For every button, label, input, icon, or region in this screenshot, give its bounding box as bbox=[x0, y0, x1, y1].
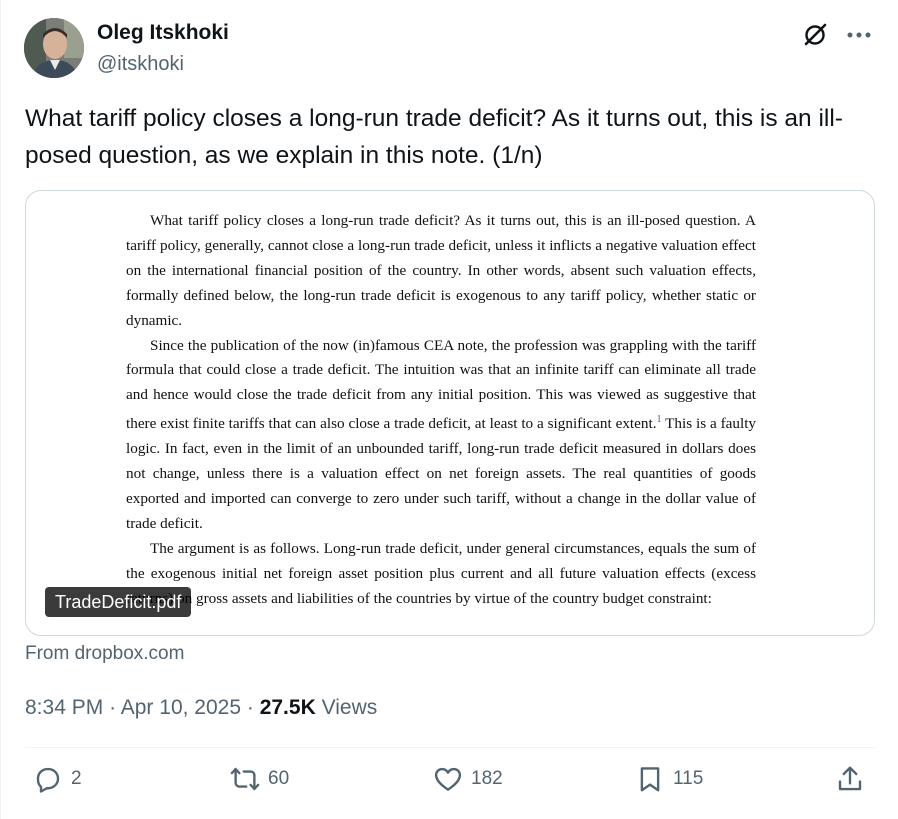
bookmark-count: 115 bbox=[673, 768, 704, 789]
views-label: Views bbox=[321, 696, 378, 719]
share-button[interactable] bbox=[835, 764, 865, 794]
doc-paragraph: Since the publication of the now (in)fam… bbox=[126, 334, 756, 537]
tweet-time[interactable]: 8:34 PM bbox=[25, 696, 103, 719]
reply-button[interactable]: 2 bbox=[33, 764, 82, 794]
avatar[interactable] bbox=[24, 18, 84, 78]
tweet-text: What tariff policy closes a long-run tra… bbox=[25, 105, 843, 169]
author-name[interactable]: Oleg Itskhoki bbox=[97, 20, 229, 46]
left-border bbox=[0, 0, 1, 819]
reply-icon bbox=[36, 767, 60, 793]
repost-icon bbox=[230, 767, 260, 791]
views-count: 27.5K bbox=[259, 696, 316, 719]
doc-text: This is a faulty logic. In fact, even in… bbox=[126, 415, 757, 532]
divider bbox=[25, 747, 875, 748]
top-icons bbox=[800, 20, 874, 50]
action-bar: 2 60 182 115 bbox=[25, 764, 875, 804]
tweet-meta: 8:34 PM · Apr 10, 2025 · 27.5K Views bbox=[25, 694, 377, 722]
more-icon[interactable] bbox=[844, 20, 874, 50]
like-icon bbox=[434, 767, 462, 791]
like-count: 182 bbox=[471, 768, 503, 789]
repost-button[interactable]: 60 bbox=[230, 764, 289, 794]
filename-badge: TradeDeficit.pdf bbox=[45, 587, 192, 617]
grok-icon[interactable] bbox=[800, 20, 830, 50]
share-icon bbox=[838, 766, 862, 791]
source-link[interactable]: From dropbox.com bbox=[25, 643, 184, 665]
attachment-card[interactable]: What tariff policy closes a long-run tra… bbox=[25, 190, 875, 636]
document-preview: What tariff policy closes a long-run tra… bbox=[126, 209, 756, 612]
separator: · bbox=[246, 696, 254, 719]
footnote-mark: 1 bbox=[656, 414, 662, 426]
doc-paragraph: The argument is as follows. Long-run tra… bbox=[126, 539, 756, 607]
tweet-date[interactable]: Apr 10, 2025 bbox=[121, 696, 241, 719]
author-handle[interactable]: @itskhoki bbox=[97, 52, 184, 76]
doc-text: Since the publication of the now (in)fam… bbox=[126, 336, 756, 433]
doc-paragraph: What tariff policy closes a long-run tra… bbox=[126, 212, 756, 329]
bookmark-button[interactable]: 115 bbox=[635, 764, 703, 794]
repost-count: 60 bbox=[268, 768, 290, 789]
separator: · bbox=[109, 696, 117, 719]
like-button[interactable]: 182 bbox=[433, 764, 503, 794]
bookmark-icon bbox=[640, 767, 660, 792]
reply-count: 2 bbox=[71, 768, 82, 789]
